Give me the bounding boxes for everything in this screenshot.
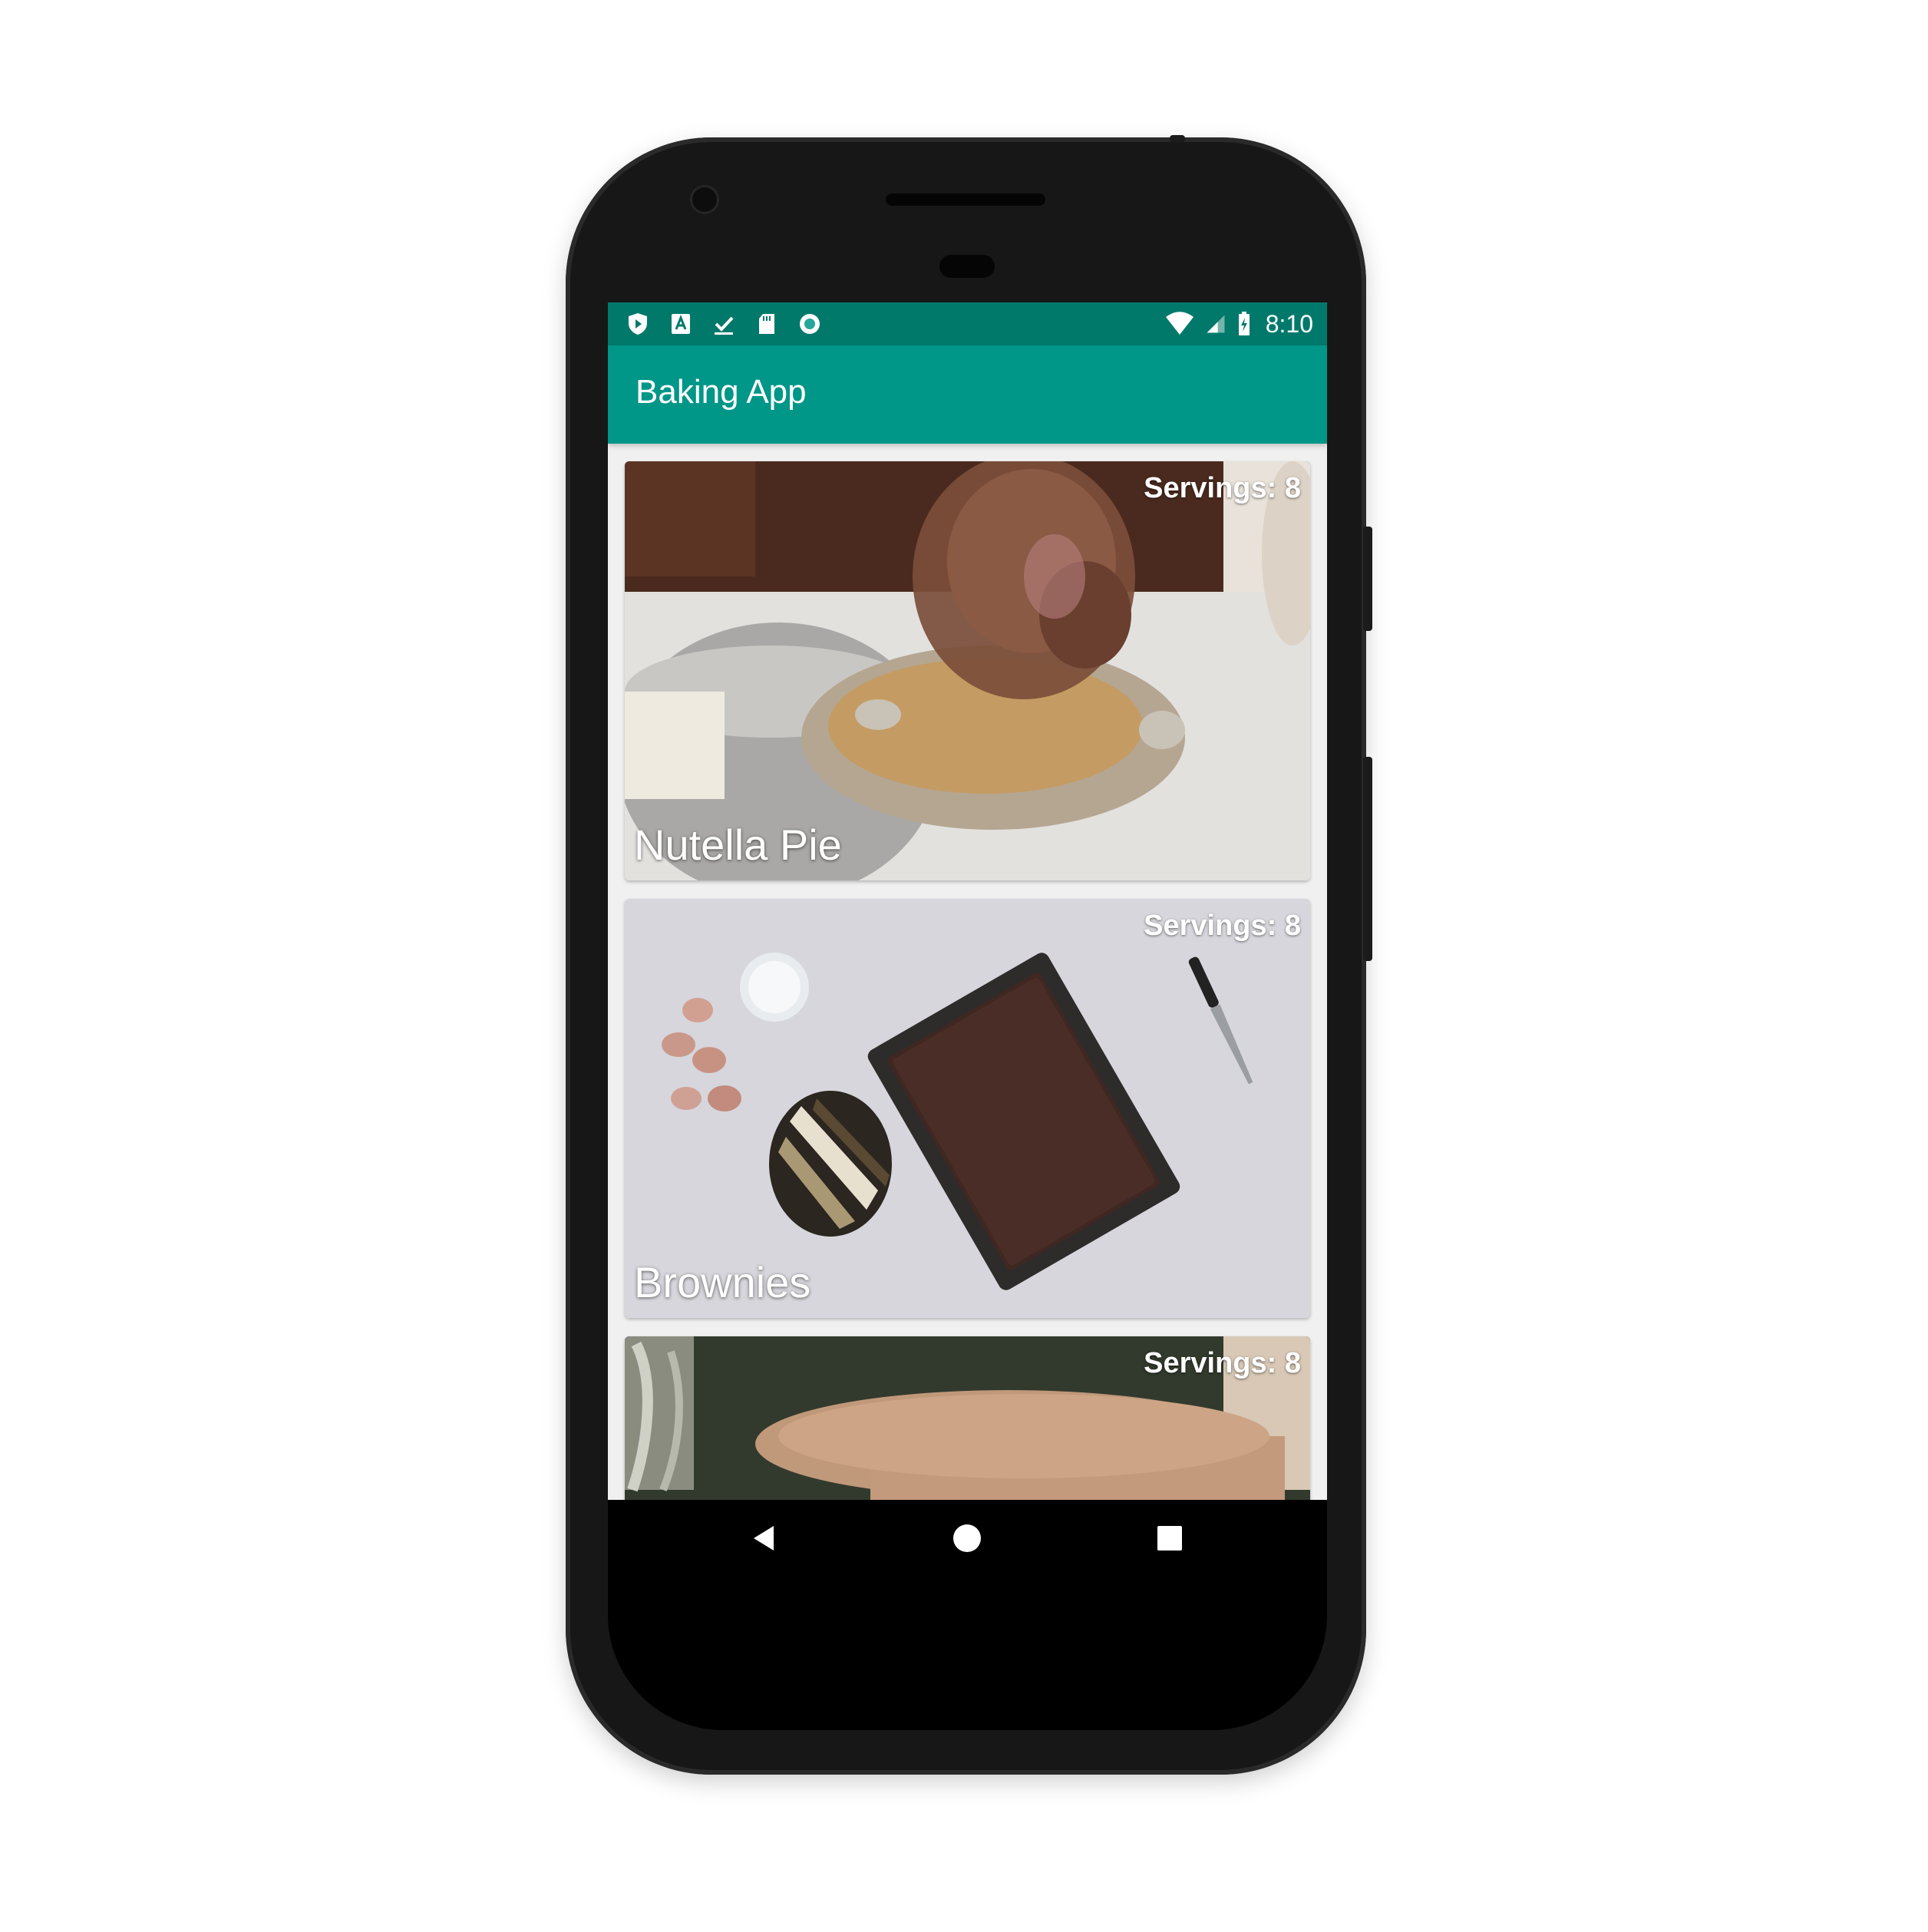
proximity-sensor — [939, 255, 995, 278]
home-icon — [953, 1524, 981, 1552]
device-stage: 8:10 Baking App Servings: 8 Nutella Pie … — [0, 0, 1928, 1932]
front-camera — [692, 187, 717, 212]
notification-icons — [625, 310, 823, 338]
status-bar: 8:10 — [608, 302, 1327, 345]
recipe-image-nutella-pie — [625, 461, 1310, 880]
back-icon — [754, 1526, 774, 1551]
servings-label: Servings: 8 — [1144, 1347, 1301, 1379]
phone-screen: 8:10 Baking App Servings: 8 Nutella Pie … — [608, 302, 1327, 1577]
recipe-name: Brownies — [634, 1258, 811, 1306]
recipe-name: Nutella Pie — [634, 821, 842, 869]
recipe-list[interactable]: Servings: 8 Nutella Pie Servings: 8 Brow… — [608, 444, 1327, 1500]
shield-play-icon — [629, 313, 647, 335]
recents-button[interactable] — [1147, 1515, 1193, 1561]
app-title: Baking App — [636, 373, 807, 411]
status-clock: 8:10 — [1265, 309, 1313, 338]
wifi-icon — [1165, 312, 1193, 335]
download-done-icon — [715, 316, 734, 335]
recipe-image-brownies — [625, 899, 1310, 1318]
recipe-card-partial[interactable]: Servings: 8 — [625, 1336, 1310, 1500]
volume-button — [1363, 757, 1372, 961]
system-status-icons: 8:10 — [1164, 309, 1313, 339]
power-button — [1363, 527, 1372, 631]
record-icon — [800, 314, 820, 334]
recents-icon — [1157, 1526, 1182, 1551]
recipe-card-brownies[interactable]: Servings: 8 Brownies — [625, 899, 1310, 1318]
font-a-icon — [672, 314, 690, 334]
earpiece-speaker — [886, 193, 1045, 206]
top-button — [1170, 135, 1185, 143]
app-toolbar: Baking App — [608, 345, 1327, 444]
back-button[interactable] — [740, 1515, 786, 1561]
recipe-card-nutella-pie[interactable]: Servings: 8 Nutella Pie — [625, 461, 1310, 880]
servings-label: Servings: 8 — [1144, 910, 1301, 942]
servings-label: Servings: 8 — [1144, 472, 1301, 504]
sd-card-icon — [759, 314, 774, 334]
home-button[interactable] — [944, 1515, 990, 1561]
phone-chin — [608, 1577, 1327, 1730]
navigation-bar — [608, 1500, 1327, 1577]
cell-signal-icon — [1207, 315, 1225, 333]
battery-charging-icon — [1238, 312, 1250, 335]
